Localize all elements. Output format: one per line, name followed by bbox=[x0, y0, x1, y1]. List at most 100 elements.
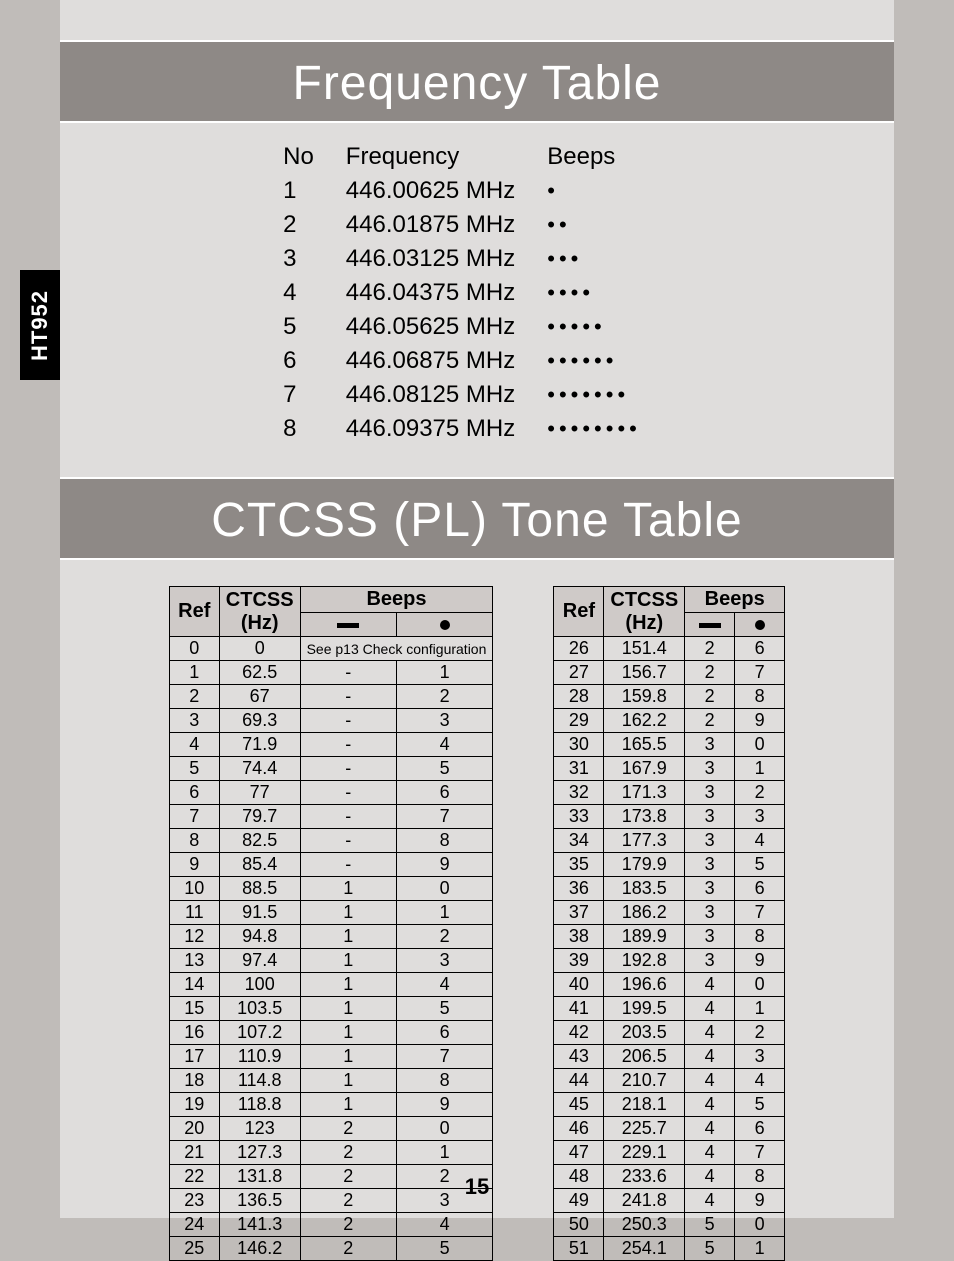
ctcss-short: 4 bbox=[396, 1213, 492, 1237]
ctcss-short: 5 bbox=[396, 997, 492, 1021]
ctcss-ref: 5 bbox=[169, 757, 219, 781]
ctcss-row: 1410014 bbox=[169, 973, 493, 997]
ctcss-short: 1 bbox=[735, 997, 785, 1021]
ctcss-long: 4 bbox=[685, 997, 735, 1021]
short-beep-icon bbox=[735, 613, 785, 637]
ctcss-long: - bbox=[300, 733, 396, 757]
ctcss-long: 1 bbox=[300, 1021, 396, 1045]
ctcss-long: 3 bbox=[685, 925, 735, 949]
ctcss-ref: 2 bbox=[169, 685, 219, 709]
freq-row: 3446.03125 MHz••• bbox=[283, 243, 671, 275]
ctcss-long: - bbox=[300, 829, 396, 853]
ctcss-hz: 165.5 bbox=[604, 733, 685, 757]
ctcss-hz: 196.6 bbox=[604, 973, 685, 997]
ctcss-hz: 123 bbox=[219, 1117, 300, 1141]
ctcss-row: 40196.640 bbox=[554, 973, 785, 997]
ctcss-hz: 71.9 bbox=[219, 733, 300, 757]
ctcss-hz: 62.5 bbox=[219, 661, 300, 685]
ctcss-short: 9 bbox=[735, 949, 785, 973]
ctcss-header-hz: CTCSS (Hz) bbox=[604, 587, 685, 637]
ctcss-long: 3 bbox=[685, 781, 735, 805]
ctcss-header-hz: CTCSS (Hz) bbox=[219, 587, 300, 637]
ctcss-row: 46225.746 bbox=[554, 1117, 785, 1141]
freq-beeps: •••••• bbox=[547, 345, 671, 377]
ctcss-long: 5 bbox=[685, 1237, 735, 1261]
ctcss-header-ref: Ref bbox=[169, 587, 219, 637]
freq-header-freq: Frequency bbox=[346, 141, 545, 173]
ctcss-short: 3 bbox=[396, 949, 492, 973]
ctcss-long: 4 bbox=[685, 1117, 735, 1141]
ctcss-row: 1088.510 bbox=[169, 877, 493, 901]
ctcss-ref: 21 bbox=[169, 1141, 219, 1165]
ctcss-row: 471.9-4 bbox=[169, 733, 493, 757]
ctcss-row: 45218.145 bbox=[554, 1093, 785, 1117]
ctcss-row: 27156.727 bbox=[554, 661, 785, 685]
ctcss-row: 18114.818 bbox=[169, 1069, 493, 1093]
ctcss-hz: 79.7 bbox=[219, 805, 300, 829]
ctcss-short: 6 bbox=[396, 781, 492, 805]
ctcss-hz: 74.4 bbox=[219, 757, 300, 781]
ctcss-ref: 17 bbox=[169, 1045, 219, 1069]
freq-no: 4 bbox=[283, 277, 344, 309]
ctcss-ref: 33 bbox=[554, 805, 604, 829]
ctcss-long: 2 bbox=[300, 1237, 396, 1261]
ctcss-ref: 28 bbox=[554, 685, 604, 709]
freq-no: 8 bbox=[283, 413, 344, 445]
ctcss-short: 4 bbox=[396, 973, 492, 997]
ctcss-ref: 34 bbox=[554, 829, 604, 853]
ctcss-long: - bbox=[300, 685, 396, 709]
ctcss-row: 1397.413 bbox=[169, 949, 493, 973]
ctcss-ref: 36 bbox=[554, 877, 604, 901]
freq-no: 6 bbox=[283, 345, 344, 377]
ctcss-hz: 254.1 bbox=[604, 1237, 685, 1261]
ctcss-short: 5 bbox=[735, 1093, 785, 1117]
ctcss-header-beeps: Beeps bbox=[300, 587, 493, 613]
ctcss-long: 2 bbox=[685, 637, 735, 661]
ctcss-short: 1 bbox=[396, 901, 492, 925]
ctcss-hz: 199.5 bbox=[604, 997, 685, 1021]
ctcss-hz: 177.3 bbox=[604, 829, 685, 853]
ctcss-hz: 192.8 bbox=[604, 949, 685, 973]
freq-no: 3 bbox=[283, 243, 344, 275]
ctcss-table-title: CTCSS (PL) Tone Table bbox=[60, 477, 894, 560]
ctcss-long: 1 bbox=[300, 949, 396, 973]
ctcss-short: 1 bbox=[396, 1141, 492, 1165]
ctcss-hz: 94.8 bbox=[219, 925, 300, 949]
ctcss-row: 28159.828 bbox=[554, 685, 785, 709]
page-number: 15 bbox=[60, 1174, 894, 1200]
page-container: Frequency Table No Frequency Beeps 1446.… bbox=[60, 0, 894, 1218]
ctcss-hz: 151.4 bbox=[604, 637, 685, 661]
ctcss-header-ref: Ref bbox=[554, 587, 604, 637]
freq-beeps: ••••• bbox=[547, 311, 671, 343]
ctcss-long: 4 bbox=[685, 1021, 735, 1045]
freq-no: 5 bbox=[283, 311, 344, 343]
ctcss-short: 8 bbox=[396, 829, 492, 853]
ctcss-long: 4 bbox=[685, 973, 735, 997]
ctcss-short: 1 bbox=[735, 1237, 785, 1261]
ctcss-short: 6 bbox=[735, 1117, 785, 1141]
ctcss-ref: 44 bbox=[554, 1069, 604, 1093]
ctcss-row: 36183.536 bbox=[554, 877, 785, 901]
freq-row: 5446.05625 MHz••••• bbox=[283, 311, 671, 343]
ctcss-short: 6 bbox=[735, 637, 785, 661]
ctcss-ref: 11 bbox=[169, 901, 219, 925]
ctcss-long: 4 bbox=[685, 1045, 735, 1069]
ctcss-long: 4 bbox=[685, 1069, 735, 1093]
ctcss-hz: 210.7 bbox=[604, 1069, 685, 1093]
long-beep-icon bbox=[300, 613, 396, 637]
ctcss-ref: 42 bbox=[554, 1021, 604, 1045]
ctcss-ref: 9 bbox=[169, 853, 219, 877]
ctcss-row: 25146.225 bbox=[169, 1237, 493, 1261]
ctcss-ref: 32 bbox=[554, 781, 604, 805]
ctcss-hz: 107.2 bbox=[219, 1021, 300, 1045]
ctcss-long: - bbox=[300, 757, 396, 781]
ctcss-hz: 110.9 bbox=[219, 1045, 300, 1069]
ctcss-ref: 13 bbox=[169, 949, 219, 973]
freq-row: 7446.08125 MHz••••••• bbox=[283, 379, 671, 411]
ctcss-short: 4 bbox=[396, 733, 492, 757]
ctcss-hz: 189.9 bbox=[604, 925, 685, 949]
ctcss-long: 3 bbox=[685, 757, 735, 781]
ctcss-ref: 1 bbox=[169, 661, 219, 685]
freq-beeps: •• bbox=[547, 209, 671, 241]
ctcss-short: 3 bbox=[396, 709, 492, 733]
